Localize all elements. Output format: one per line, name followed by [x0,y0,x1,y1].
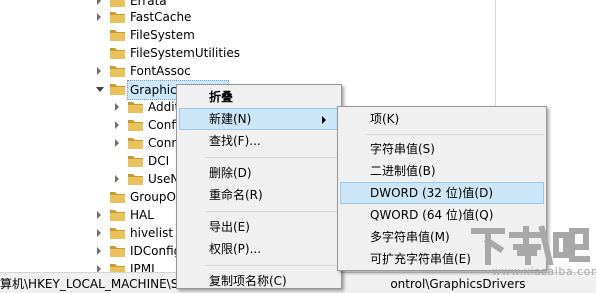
tree-node-label: HAL [130,208,154,222]
tree-node-label: FontAssoc [130,64,191,78]
folder-icon [127,154,144,168]
menu-separator [366,134,544,135]
submenu-item-label: 字符串值(S) [370,142,435,156]
context-menu-item[interactable]: 新建(N) [179,108,339,130]
menu-separator [205,157,339,158]
folder-icon [127,100,144,114]
tree-node-label: DCI [148,154,170,168]
context-menu-item-label: 删除(D) [209,166,252,180]
submenu-item[interactable]: QWORD (64 位)值(Q) [340,204,544,226]
status-path-start: 算机\HKEY_LOCAL_MACHINE\S [0,277,179,291]
folder-icon [109,28,126,42]
submenu-item-label: 二进制值(B) [370,164,436,178]
chevron-right-icon[interactable] [115,139,119,147]
folder-icon [109,64,126,78]
chevron-right-icon[interactable] [97,67,101,75]
chevron-right-icon[interactable] [97,211,101,219]
submenu-item-label: QWORD (64 位)值(Q) [370,208,494,222]
tree-node-label: FileSystemUtilities [130,46,240,60]
context-menu: 折叠新建(N) 查找(F)... 删除(D) 重命名(R) 导出(E) 权限(P)... 复… [176,84,342,289]
menu-separator [205,211,339,212]
context-menu-item[interactable]: 导出(E) [179,216,339,238]
tree-node-label: FileSystem [130,28,195,42]
chevron-right-icon[interactable] [97,13,101,21]
tree-node-label: hivelist [130,226,174,240]
folder-icon [109,208,126,222]
context-menu-item[interactable]: 复制项名称(C) [179,270,339,292]
submenu-item[interactable]: 二进制值(B) [340,160,544,182]
folder-icon [109,10,126,24]
status-path-end: ontrol\GraphicsDrivers [390,277,526,291]
context-menu-item-label: 重命名(R) [209,188,263,202]
submenu-item-label: 可扩充字符串值(E) [370,252,471,266]
context-menu-item-label: 权限(P)... [209,242,262,256]
folder-icon [109,226,126,240]
chevron-right-icon[interactable] [97,247,101,255]
folder-icon [109,190,126,204]
chevron-right-icon[interactable] [115,121,119,129]
context-menu-item[interactable]: 重命名(R) [179,184,339,206]
folder-icon [109,82,126,96]
chevron-right-icon[interactable] [115,175,119,183]
submenu-arrow-icon [322,116,326,124]
submenu-item[interactable]: 字符串值(S) [340,138,544,160]
submenu-item-label: 项(K) [370,112,400,126]
submenu-item[interactable]: 项(K) [340,108,544,130]
context-menu-item-label: 复制项名称(C) [209,274,287,288]
folder-icon [109,244,126,258]
chevron-right-icon[interactable] [115,103,119,111]
folder-icon [127,172,144,186]
chevron-down-icon[interactable] [96,87,104,92]
submenu-item[interactable]: 可扩充字符串值(E) [340,248,544,270]
context-menu-item-label: 导出(E) [209,220,250,234]
context-menu-item-label: 新建(N) [209,112,252,126]
folder-icon [127,118,144,132]
context-menu-item-label: 折叠 [209,90,234,104]
submenu-item-label: 多字符串值(M) [370,230,450,244]
context-menu-item[interactable]: 查找(F)... [179,130,339,152]
submenu-item-label: DWORD (32 位)值(D) [370,186,493,200]
context-menu-item[interactable]: 删除(D) [179,162,339,184]
chevron-right-icon[interactable] [97,229,101,237]
new-submenu: 项(K) 字符串值(S) 二进制值(B) DWORD (32 位)值(D) QWORD … [337,106,547,271]
menu-separator [205,265,339,266]
context-menu-item[interactable]: 折叠 [179,86,339,108]
submenu-item[interactable]: 多字符串值(M) [340,226,544,248]
folder-icon [127,136,144,150]
context-menu-item-label: 查找(F)... [209,134,261,148]
submenu-item[interactable]: DWORD (32 位)值(D) [340,182,544,204]
folder-icon [109,46,126,60]
context-menu-item[interactable]: 权限(P)... [179,238,339,260]
folder-icon [109,0,126,8]
chevron-right-icon[interactable] [97,0,101,5]
tree-node-label: FastCache [130,10,192,24]
